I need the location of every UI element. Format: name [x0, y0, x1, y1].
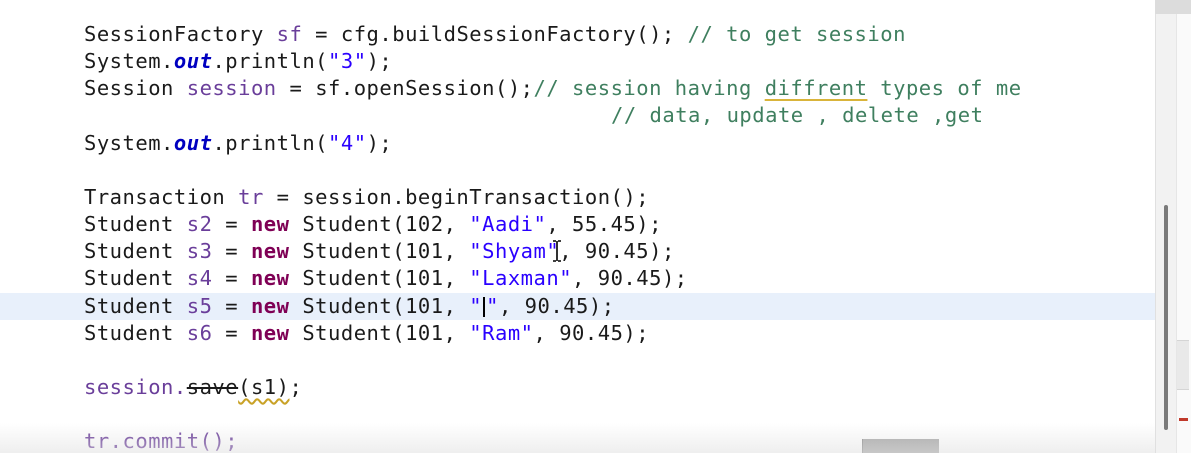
- assign-operator: =: [225, 239, 239, 263]
- string-literal: "Ram": [469, 321, 534, 345]
- variable-name: s3: [186, 239, 213, 263]
- constructor-tail: , 90.45);: [533, 321, 650, 345]
- statement-end: ;: [289, 375, 303, 399]
- constructor-tail: , 90.45);: [559, 239, 675, 263]
- partial-overlay-panel: [862, 439, 939, 453]
- variable-name: tr: [238, 185, 264, 209]
- code-line-session-factory[interactable]: SessionFactory sf = cfg.buildSessionFact…: [84, 21, 906, 48]
- spelling-error-word[interactable]: diffrent: [765, 76, 868, 100]
- statement-end: );: [366, 49, 393, 73]
- vertical-scrollbar[interactable]: [1155, 0, 1191, 453]
- code-line-comment-continued[interactable]: // data, update , delete ,get: [611, 102, 983, 129]
- code-line-student-s2[interactable]: Student s2 = new Student(102, "Aadi", 55…: [84, 211, 662, 238]
- code-comment: // session having: [533, 76, 765, 100]
- string-literal: "Laxman": [469, 266, 573, 290]
- code-line-student-s4[interactable]: Student s4 = new Student(101, "Laxman", …: [84, 265, 688, 292]
- assign-operator: =: [315, 22, 329, 46]
- class-prefix: System.: [84, 49, 174, 73]
- string-quote-close: ": [486, 294, 499, 318]
- code-line-println-3[interactable]: System.out.println("3");: [84, 48, 392, 75]
- method-call: .println(: [212, 131, 329, 155]
- constructor-call: Student(101,: [302, 321, 470, 345]
- commit-statement: tr.commit();: [84, 429, 239, 453]
- method-call: .println(: [212, 49, 329, 73]
- class-prefix: System.: [84, 131, 174, 155]
- static-field: out: [173, 49, 213, 73]
- type-name: Student: [84, 321, 174, 345]
- session-object: session.: [84, 375, 187, 399]
- code-comment: // data, update , delete ,get: [611, 103, 984, 127]
- variable-name: s4: [186, 266, 213, 290]
- type-name: Session: [84, 76, 174, 100]
- type-name: Student: [84, 294, 174, 318]
- string-literal: "3": [328, 49, 367, 73]
- code-line-println-4[interactable]: System.out.println("4");: [84, 130, 392, 157]
- assign-operator: =: [289, 76, 303, 100]
- variable-name: sf: [276, 22, 303, 46]
- string-quote-open: ": [469, 294, 483, 318]
- string-literal: "Shyam": [469, 239, 560, 263]
- keyword-new: new: [250, 266, 290, 290]
- variable-name: s2: [186, 212, 213, 236]
- code-line-session-save[interactable]: session.save(s1);: [84, 374, 302, 401]
- code-line-student-s5[interactable]: Student s5 = new Student(101, " ", 90.45)…: [84, 293, 615, 320]
- variable-name: s5: [186, 294, 213, 318]
- type-name: Transaction: [84, 185, 226, 209]
- constructor-tail: , 55.45);: [546, 212, 662, 236]
- type-name: SessionFactory: [84, 22, 264, 46]
- keyword-new: new: [250, 212, 290, 236]
- variable-name: session: [186, 76, 277, 100]
- ibeam-cursor-icon: [552, 240, 562, 262]
- keyword-new: new: [250, 239, 290, 263]
- string-literal: "Aadi": [469, 212, 547, 236]
- code-comment-tail: types of me: [867, 76, 1022, 100]
- assign-operator: =: [276, 185, 290, 209]
- assign-operator: =: [225, 294, 239, 318]
- error-marker-icon[interactable]: [1179, 418, 1188, 421]
- ruler-visible-region: [1177, 340, 1189, 390]
- code-line-begin-transaction[interactable]: Transaction tr = session.beginTransactio…: [84, 184, 649, 211]
- constructor-call: Student(101,: [302, 294, 470, 318]
- keyword-new: new: [250, 294, 290, 318]
- overview-ruler[interactable]: [1176, 0, 1191, 453]
- expression: cfg.buildSessionFactory();: [340, 22, 675, 46]
- type-name: Student: [84, 239, 174, 263]
- string-literal: "4": [328, 131, 367, 155]
- assign-operator: =: [225, 266, 239, 290]
- constructor-call: Student(101,: [302, 266, 470, 290]
- statement-end: );: [366, 131, 393, 155]
- constructor-tail: , 90.45);: [498, 294, 615, 318]
- code-editor[interactable]: SessionFactory sf = cfg.buildSessionFact…: [0, 0, 1155, 453]
- constructor-tail: , 90.45);: [572, 266, 688, 290]
- code-line-commit[interactable]: tr.commit();: [84, 428, 238, 453]
- keyword-new: new: [250, 321, 290, 345]
- constructor-call: Student(101,: [302, 239, 470, 263]
- ruler-header: [1155, 0, 1191, 14]
- constructor-call: Student(102,: [302, 212, 470, 236]
- code-line-student-s6[interactable]: Student s6 = new Student(101, "Ram", 90.…: [84, 320, 649, 347]
- code-comment: // to get session: [687, 22, 906, 46]
- code-line-open-session[interactable]: Session session = sf.openSession();// se…: [84, 75, 1022, 102]
- scrollbar-thumb[interactable]: [1164, 205, 1168, 430]
- text-caret: [483, 297, 486, 317]
- type-name: Student: [84, 266, 174, 290]
- variable-name: s6: [186, 321, 213, 345]
- assign-operator: =: [225, 212, 239, 236]
- type-name: Student: [84, 212, 174, 236]
- deprecated-method[interactable]: save: [187, 375, 238, 399]
- assign-operator: =: [225, 321, 239, 345]
- expression: session.beginTransaction();: [302, 185, 650, 209]
- static-field: out: [173, 131, 213, 155]
- code-line-student-s3[interactable]: Student s3 = new Student(101, "Shyam", 9…: [84, 238, 675, 265]
- expression: sf.openSession();: [315, 76, 534, 100]
- method-args: (s1): [238, 375, 290, 399]
